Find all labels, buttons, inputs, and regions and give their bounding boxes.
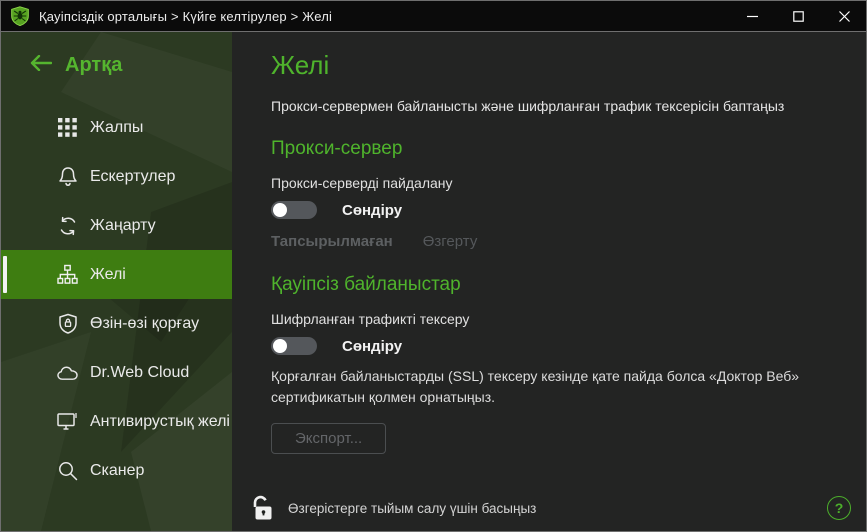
proxy-toggle[interactable] bbox=[271, 201, 317, 219]
ssl-note: Қорғалған байланыстарды (SSL) тексеру ке… bbox=[271, 366, 836, 408]
close-button[interactable] bbox=[821, 0, 867, 32]
sidebar-item-drweb-cloud[interactable]: Dr.Web Cloud bbox=[1, 348, 232, 397]
sidebar-item-label: Жалпы bbox=[90, 119, 143, 137]
sidebar-item-label: Желі bbox=[90, 266, 126, 284]
footer: Өзгерістерге тыйым салу үшін басыңыз ? bbox=[232, 485, 866, 531]
back-label: Артқа bbox=[65, 54, 122, 77]
cloud-icon bbox=[57, 362, 78, 383]
secure-toggle[interactable] bbox=[271, 337, 317, 355]
sidebar-item-label: Жаңарту bbox=[90, 217, 156, 235]
network-tree-icon bbox=[57, 264, 78, 285]
proxy-section-heading: Прокси-сервер bbox=[271, 138, 836, 160]
window-controls bbox=[729, 0, 867, 32]
page-description: Прокси-сервермен байланысты және шифрлан… bbox=[271, 98, 836, 114]
lock-hint-label: Өзгерістерге тыйым салу үшін басыңыз bbox=[288, 501, 536, 516]
bell-icon bbox=[57, 166, 78, 187]
shield-lock-icon bbox=[57, 313, 78, 334]
drweb-logo-icon bbox=[10, 6, 30, 26]
breadcrumb: Қауіпсіздік орталығы > Күйге келтірулер … bbox=[39, 9, 332, 24]
back-button[interactable]: Артқа bbox=[1, 32, 232, 77]
proxy-status-row: Тапсырылмаған Өзгерту bbox=[271, 233, 836, 250]
refresh-icon bbox=[57, 215, 78, 236]
sidebar-item-general[interactable]: Жалпы bbox=[1, 103, 232, 152]
sidebar-item-update[interactable]: Жаңарту bbox=[1, 201, 232, 250]
titlebar: Қауіпсіздік орталығы > Күйге келтірулер … bbox=[0, 0, 867, 32]
sidebar-item-network[interactable]: Желі bbox=[1, 250, 232, 299]
proxy-toggle-row: Сөндіру bbox=[271, 201, 836, 219]
sidebar: Артқа Жалпы Ескер bbox=[1, 32, 232, 531]
sidebar-item-label: Dr.Web Cloud bbox=[90, 364, 189, 382]
sidebar-item-label: Антивирустық желі bbox=[90, 413, 230, 431]
grid-icon bbox=[57, 117, 78, 138]
search-icon bbox=[57, 460, 78, 481]
lock-open-icon[interactable] bbox=[251, 494, 277, 522]
sidebar-nav: Жалпы Ескертулер Жаңарту bbox=[1, 103, 232, 495]
sidebar-item-label: Сканер bbox=[90, 462, 144, 480]
secure-check-label: Шифрланған трафикті тексеру bbox=[271, 311, 836, 327]
export-button[interactable]: Экспорт... bbox=[271, 423, 386, 454]
secure-toggle-row: Сөндіру bbox=[271, 337, 836, 355]
sidebar-item-antivirus-network[interactable]: Антивирустық желі bbox=[1, 397, 232, 446]
proxy-use-label: Прокси-серверді пайдалану bbox=[271, 175, 836, 191]
sidebar-item-label: Өзін-өзі қорғау bbox=[90, 315, 199, 333]
sidebar-item-scanner[interactable]: Сканер bbox=[1, 446, 232, 495]
maximize-button[interactable] bbox=[775, 0, 821, 32]
sidebar-item-self-protection[interactable]: Өзін-өзі қорғау bbox=[1, 299, 232, 348]
monitor-icon bbox=[57, 411, 78, 432]
arrow-left-icon bbox=[30, 54, 52, 77]
toggle-knob bbox=[273, 203, 287, 217]
page-title: Желі bbox=[271, 50, 836, 81]
help-icon[interactable]: ? bbox=[827, 496, 851, 520]
proxy-toggle-state-label: Сөндіру bbox=[342, 202, 402, 219]
secure-section-heading: Қауіпсіз байланыстар bbox=[271, 274, 836, 296]
secure-toggle-state-label: Сөндіру bbox=[342, 338, 402, 355]
proxy-change-link[interactable]: Өзгерту bbox=[423, 233, 478, 250]
sidebar-item-label: Ескертулер bbox=[90, 168, 175, 186]
sidebar-item-notifications[interactable]: Ескертулер bbox=[1, 152, 232, 201]
minimize-button[interactable] bbox=[729, 0, 775, 32]
main-panel: Желі Прокси-сервермен байланысты және ши… bbox=[232, 32, 866, 531]
proxy-status-label: Тапсырылмаған bbox=[271, 233, 393, 250]
toggle-knob bbox=[273, 339, 287, 353]
